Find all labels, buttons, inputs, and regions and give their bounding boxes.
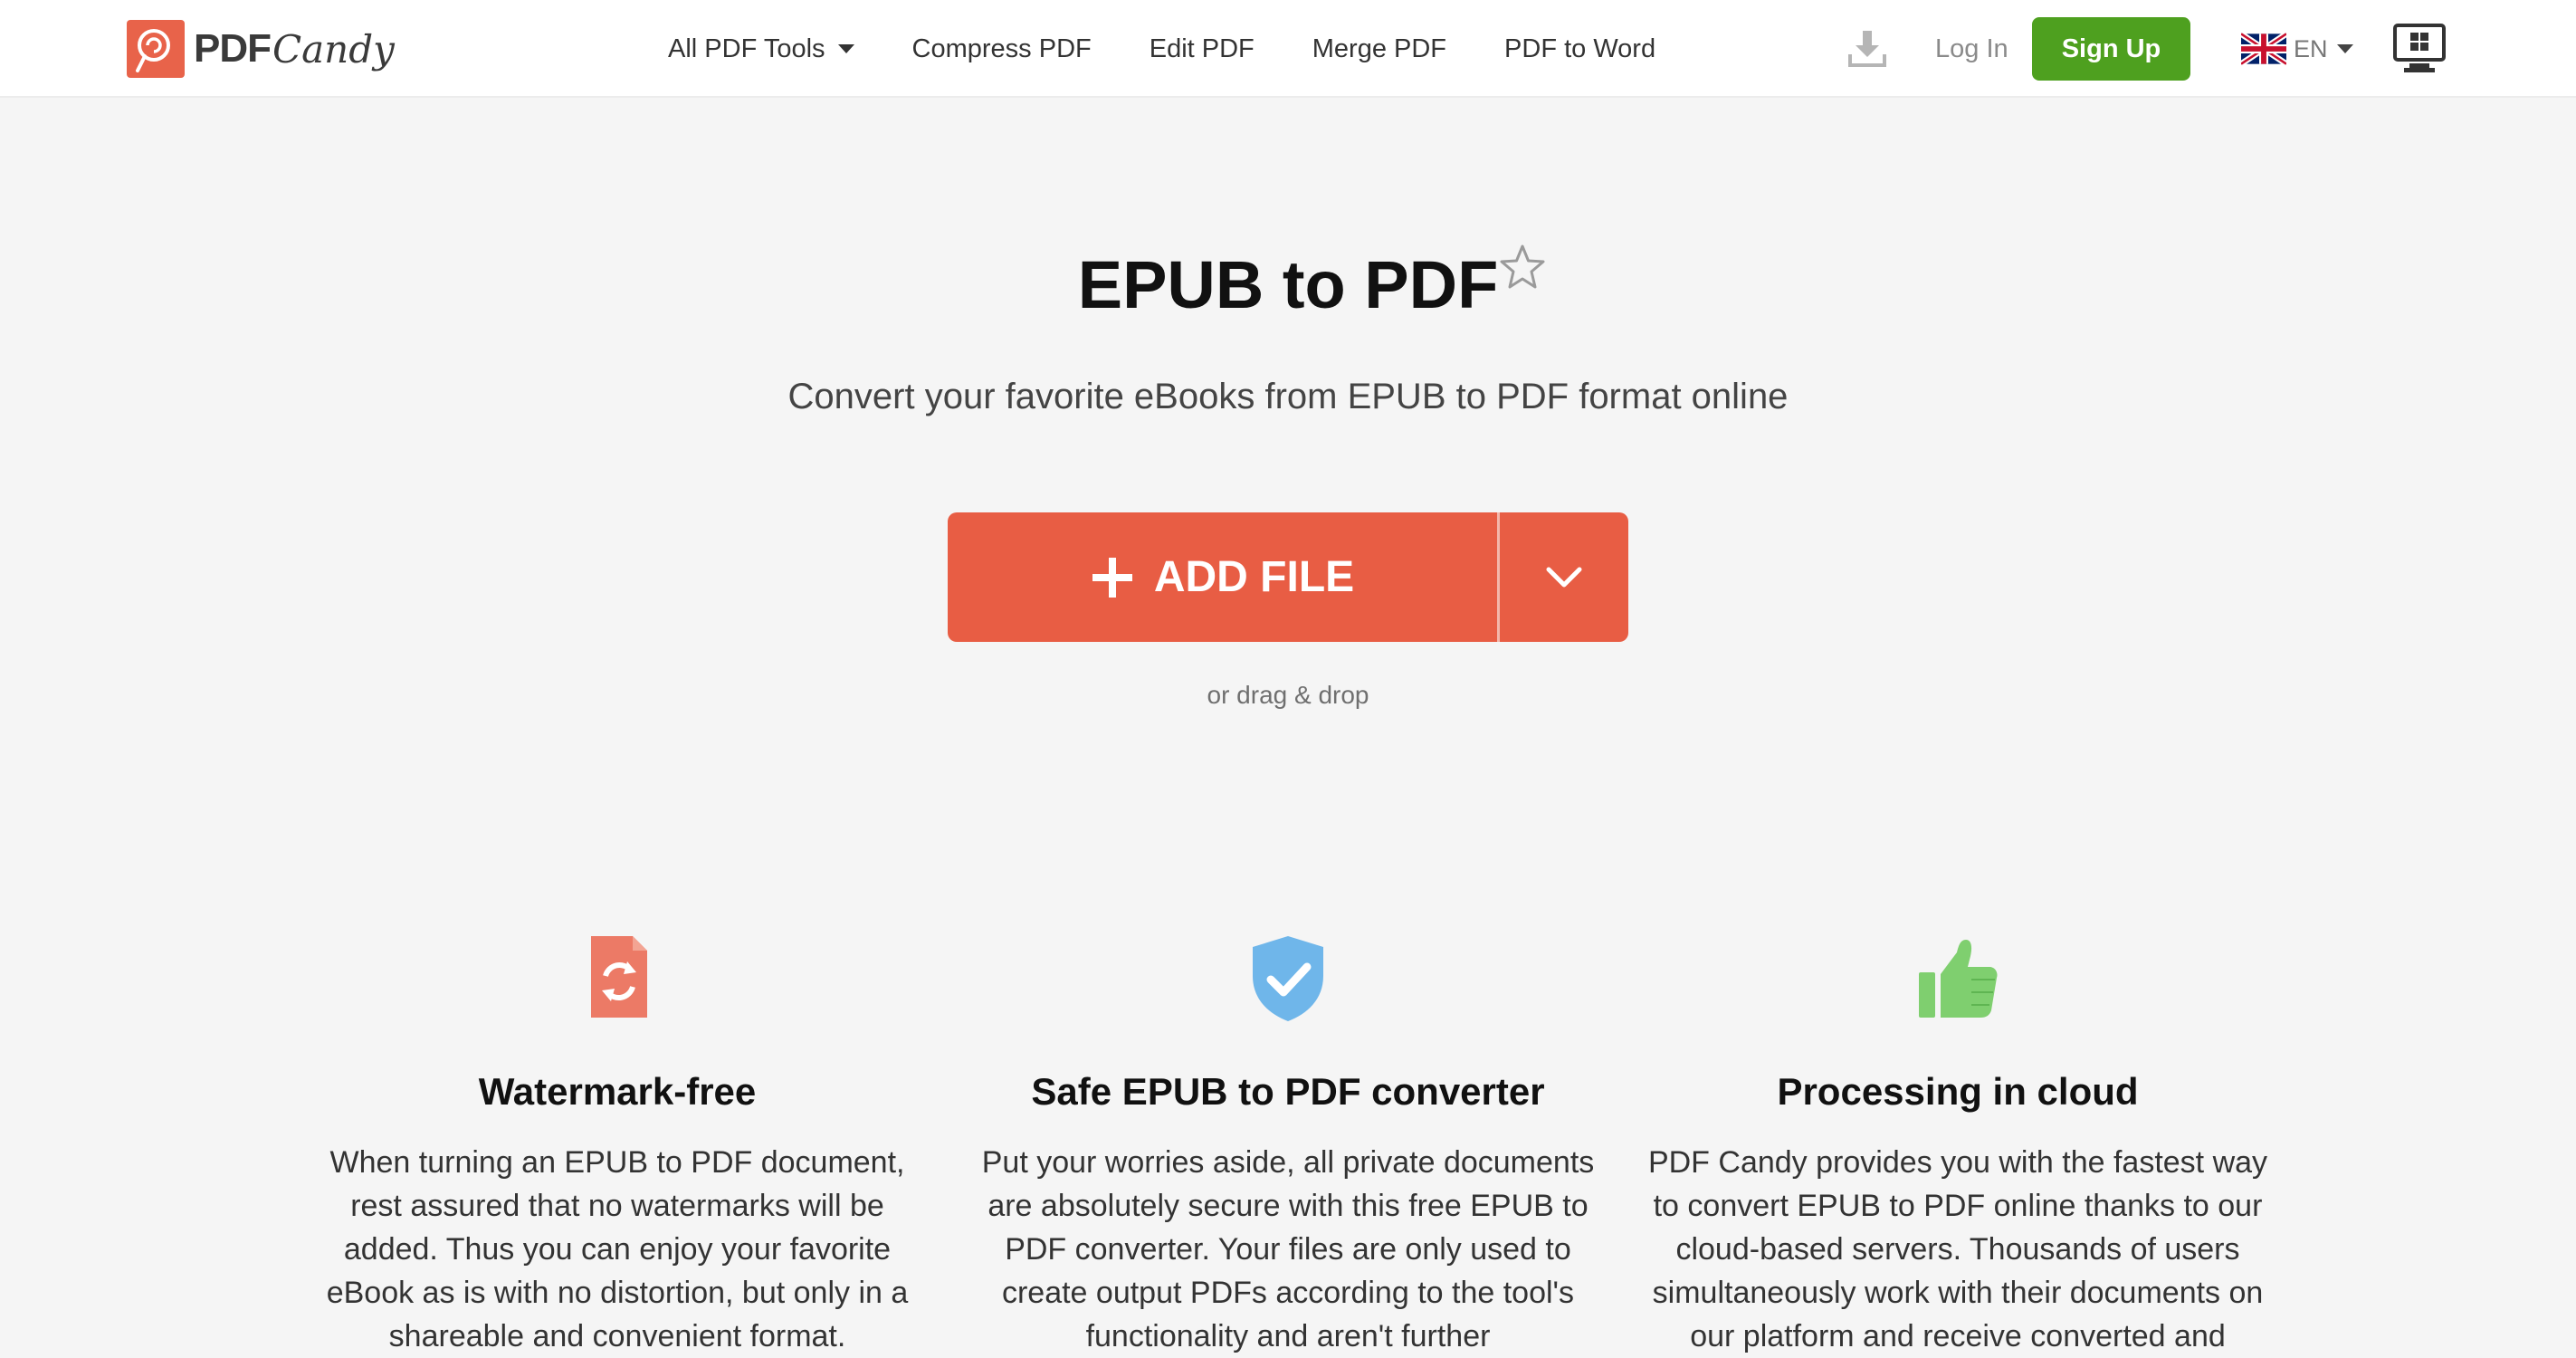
lollipop-logo-icon (127, 20, 185, 78)
main-nav: All PDF Tools Compress PDF Edit PDF Merg… (668, 0, 1713, 98)
favorite-star-icon[interactable] (1497, 243, 1548, 293)
feature-text: PDF Candy provides you with the fastest … (1647, 1145, 2268, 1353)
feature-watermark-free: Watermark-free When turning an EPUB to P… (301, 932, 934, 1358)
nav-edit-pdf[interactable]: Edit PDF (1150, 34, 1255, 64)
add-file-button[interactable]: ADD FILE (948, 512, 1497, 642)
page-title: EPUB to PDF (1077, 247, 1499, 322)
nav-all-pdf-tools[interactable]: All PDF Tools (668, 34, 854, 64)
nav-compress-pdf[interactable]: Compress PDF (912, 34, 1092, 64)
nav-all-pdf-tools-label: All PDF Tools (668, 33, 825, 63)
nav-pdf-to-word[interactable]: PDF to Word (1504, 34, 1655, 64)
shield-check-icon (1253, 936, 1323, 1021)
feature-title: Processing in cloud (1777, 1070, 2139, 1113)
windows-desktop-app-icon[interactable] (2392, 22, 2447, 76)
feature-safe-converter: Safe EPUB to PDF converter Put your worr… (971, 932, 1605, 1358)
login-link[interactable]: Log In (1935, 0, 2008, 98)
feature-text: When turning an EPUB to PDF document, re… (326, 1145, 909, 1353)
signup-button[interactable]: Sign Up (2032, 17, 2190, 81)
logo-text-pdf: PDF (194, 26, 272, 71)
top-navbar: PDF Candy All PDF Tools Compress PDF Edi… (0, 0, 2576, 98)
feature-text: Put your worries aside, all private docu… (981, 1145, 1595, 1353)
thumbs-up-icon (1919, 940, 1998, 1018)
caret-down-icon (837, 44, 854, 53)
feature-cloud-processing: Processing in cloud PDF Candy provides y… (1641, 932, 2275, 1358)
download-icon[interactable] (1846, 27, 1888, 69)
add-file-label: ADD FILE (1153, 553, 1355, 601)
feature-title: Safe EPUB to PDF converter (1031, 1070, 1545, 1113)
logo-text-candy: Candy (272, 26, 395, 72)
feature-title: Watermark-free (478, 1070, 757, 1113)
nav-merge-pdf[interactable]: Merge PDF (1312, 34, 1446, 64)
language-selector[interactable]: EN (2241, 0, 2353, 98)
chevron-down-icon (1546, 567, 1582, 587)
plus-icon (1092, 557, 1132, 598)
file-refresh-icon (591, 936, 647, 1018)
add-file-source-dropdown[interactable] (1500, 512, 1628, 642)
page-subtitle: Convert your favorite eBooks from EPUB t… (787, 377, 1789, 416)
drag-drop-hint: or drag & drop (1207, 681, 1369, 709)
caret-down-icon (2336, 44, 2353, 53)
language-code: EN (2294, 34, 2328, 62)
pdfcandy-logo[interactable]: PDF Candy (127, 20, 395, 78)
uk-flag-icon (2241, 32, 2286, 66)
